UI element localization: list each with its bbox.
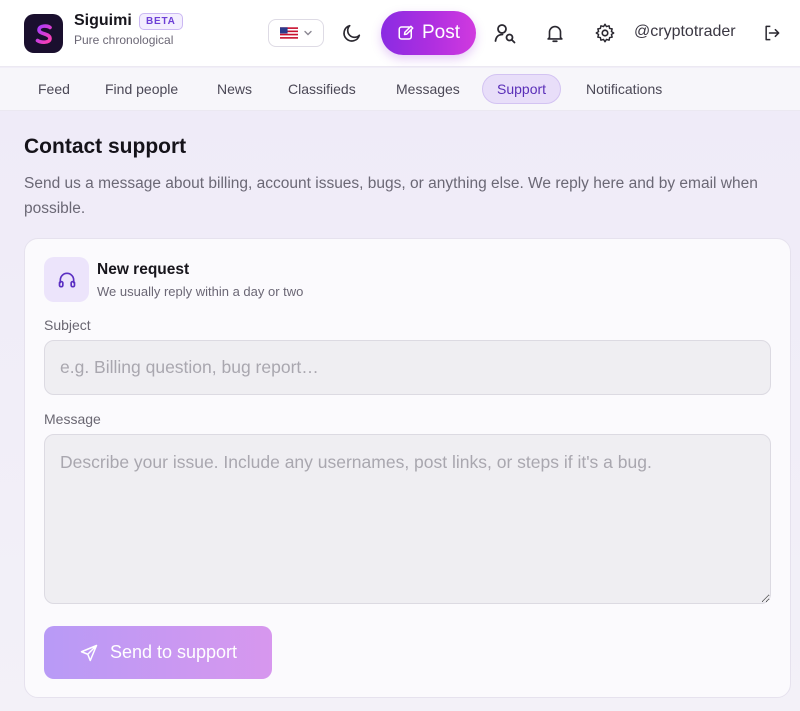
form-subtitle: We usually reply within a day or two <box>97 284 304 299</box>
theme-toggle-button[interactable] <box>337 18 367 48</box>
card-icon-container <box>44 257 89 302</box>
send-icon <box>80 644 98 661</box>
nav-item-classifieds[interactable]: Classifieds <box>274 74 370 104</box>
settings-button[interactable] <box>590 18 620 48</box>
moon-icon <box>343 24 361 42</box>
message-textarea[interactable] <box>44 434 771 604</box>
nav-item-messages[interactable]: Messages <box>382 74 474 104</box>
post-button[interactable]: Post <box>381 11 476 55</box>
app-logo[interactable] <box>24 14 63 53</box>
logo-s-icon <box>35 23 52 44</box>
find-user-icon <box>494 24 516 44</box>
subject-label: Subject <box>44 317 91 333</box>
nav-item-feed[interactable]: Feed <box>24 74 84 104</box>
page-title: Contact support <box>24 135 187 158</box>
logout-button[interactable] <box>757 18 787 48</box>
headphones-icon <box>58 272 75 287</box>
nav-item-notifications[interactable]: Notifications <box>572 74 676 104</box>
app-name: Siguimi <box>74 12 132 29</box>
page-description: Send us a message about billing, account… <box>24 175 758 217</box>
app-tagline: Pure chronological <box>74 33 174 47</box>
find-people-button[interactable] <box>490 18 520 48</box>
support-form-card: New request We usually reply within a da… <box>24 238 791 698</box>
bell-icon <box>547 25 563 43</box>
username-link[interactable]: @cryptotrader <box>634 23 736 41</box>
send-to-support-button[interactable]: Send to support <box>44 626 272 679</box>
edit-icon <box>398 25 414 40</box>
beta-badge: BETA <box>139 13 183 30</box>
logout-icon <box>765 25 780 41</box>
chevron-down-icon <box>303 30 312 36</box>
send-button-label: Send to support <box>109 642 238 662</box>
main-nav: Feed Find people News Classifieds Messag… <box>0 68 800 111</box>
post-button-label: Post <box>421 22 461 43</box>
gear-icon <box>595 23 615 43</box>
us-flag-icon <box>279 27 298 39</box>
nav-item-find-people[interactable]: Find people <box>91 74 192 104</box>
top-bar: Siguimi BETA Pure chronological Post @cr… <box>0 0 800 67</box>
subject-input[interactable] <box>44 340 771 395</box>
form-title: New request <box>97 261 190 278</box>
message-label: Message <box>44 411 101 427</box>
nav-item-support[interactable]: Support <box>482 74 562 104</box>
nav-item-news[interactable]: News <box>203 74 266 104</box>
language-selector[interactable] <box>268 19 324 47</box>
main-content: Contact support Send us a message about … <box>0 111 800 711</box>
notifications-button[interactable] <box>540 18 570 48</box>
